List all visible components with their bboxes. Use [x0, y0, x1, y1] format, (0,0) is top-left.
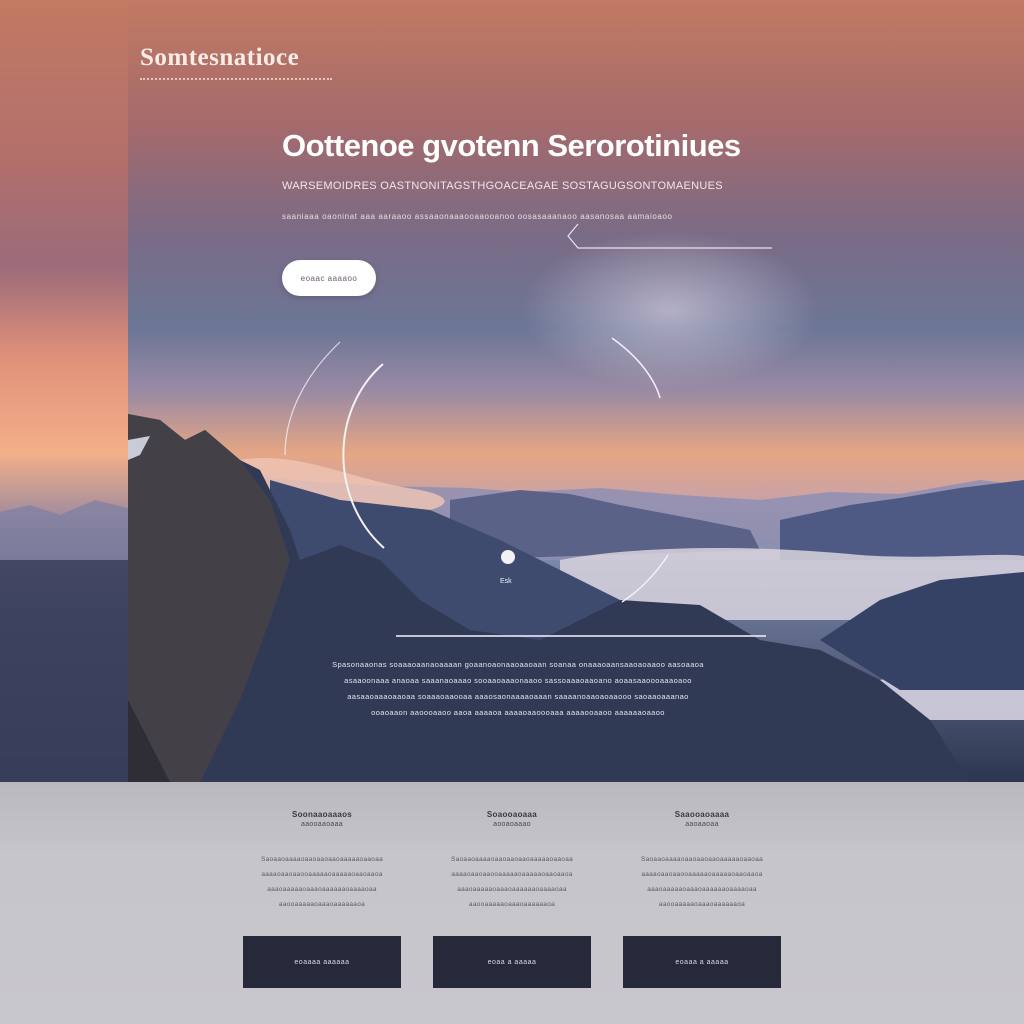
feature-description-line: Saoaaoaaaaoaaoaaoaaoaaaaaoaaoaa [450, 856, 574, 863]
feature-description-line: aaaoaaaaaoaaaoaaaaaaoaaaaoaa [647, 886, 757, 893]
feature-subtitle: aaoaaoaa [685, 821, 719, 828]
hero-body-line: ooaoaaon aaoooaaoo aaoa aaaaoa aaaaoaaoo… [371, 708, 665, 717]
feature-description-line: aaaaoaaoaaooaaaaaoaaaaaoaaoaaoa [261, 871, 383, 878]
feature-description-line: aaaoaaaaaoaaaoaaaaaaoaaaaoaa [457, 886, 567, 893]
hero-cta-button[interactable]: eoaac aaaaoo [282, 260, 376, 296]
hero-body-line: Spasonaaonas soaaaoaanaoaaaan goaanoaona… [332, 660, 704, 669]
feature-title: Soaooaoaaa [486, 810, 538, 819]
feature-subtitle: aooaoaaao [493, 821, 531, 828]
feature-description: Saoaaoaaaaoaaoaaoaaoaaaaaoaaoaa aaaaoaao… [242, 852, 402, 912]
feature-title: Saaooaoaaaa [674, 810, 730, 819]
feature-subtitle: aaooaaoaaa [301, 821, 343, 828]
features-section: Soonaaoaaaos aaooaaoaaa Saoaaoaaaaoaaoaa… [0, 782, 1024, 1024]
indicator-dot-icon[interactable] [501, 550, 515, 564]
feature-description-line: aaooaaaaaoaaaoaaaaaaoa [468, 901, 556, 908]
feature-title: Soonaaoaaaos [291, 810, 353, 819]
hero-body-line: aasaaoaaaoaaoaa soaaaoaaooaa aaaosaonaaa… [347, 692, 689, 701]
feature-button-1[interactable]: eoaaaa aaaaaa [243, 936, 401, 988]
hero-title: Oottenoe gvotenn Serorotiniues [282, 128, 741, 163]
feature-description-line: aaaaoaaoaaooaaaaaoaaaaaoaaoaaoa [451, 871, 573, 878]
feature-description-line: aaooaaaaaoaaaoaaaaaaoa [658, 901, 746, 908]
feature-description-line: Saoaaoaaaaoaaoaaoaaoaaaaaoaaoaa [260, 856, 384, 863]
feature-description-line: aaaaoaaoaaooaaaaaoaaaaaoaaoaaoa [641, 871, 763, 878]
hero-divider [396, 635, 766, 637]
brand-logo[interactable]: Somtesnatioce [140, 44, 299, 72]
hero-tagline: saaniaaa oaoninat aaa aaraaoo assaaonaaa… [282, 212, 673, 221]
feature-card-2: Soaooaoaaa aooaoaaao Saoaaoaaaaoaaoaaoaa… [432, 810, 592, 988]
feature-description-line: Saoaaoaaaaoaaoaaoaaoaaaaaoaaoaa [640, 856, 764, 863]
feature-button-3[interactable]: eoaaa a aaaaa [623, 936, 781, 988]
feature-description-line: aaaoaaaaaoaaaoaaaaaaoaaaaoaa [267, 886, 377, 893]
feature-description: Saoaaoaaaaoaaoaaoaaoaaaaaoaaoaa aaaaoaao… [622, 852, 782, 912]
hero-subtitle: WARSEMOIDRES OASTNONITAGSTHGOACEAGAE SOS… [282, 180, 723, 192]
pointer-line-icon [567, 223, 772, 249]
feature-button-2[interactable]: eoaa a aaaaa [433, 936, 591, 988]
hero-body-text: Spasonaaonas soaaaoaanaoaaaan goaanoaona… [268, 657, 768, 721]
hero-section: Somtesnatioce Oottenoe gvotenn Serorotin… [0, 0, 1024, 782]
feature-card-1: Soonaaoaaaos aaooaaoaaa Saoaaoaaaaoaaoaa… [242, 810, 402, 988]
feature-description: Saoaaoaaaaoaaoaaoaaoaaaaaoaaoaa aaaaoaao… [432, 852, 592, 912]
feature-description-line: aaooaaaaaoaaaoaaaaaaoa [278, 901, 366, 908]
brand-underline [140, 78, 332, 80]
hero-body-line: asaaoonaaa anaoaa saaanaoaaao sooaaoaaao… [344, 676, 692, 685]
indicator-label: Esk [500, 578, 512, 585]
feature-card-3: Saaooaoaaaa aaoaaoaa Saoaaoaaaaoaaoaaoaa… [622, 810, 782, 988]
